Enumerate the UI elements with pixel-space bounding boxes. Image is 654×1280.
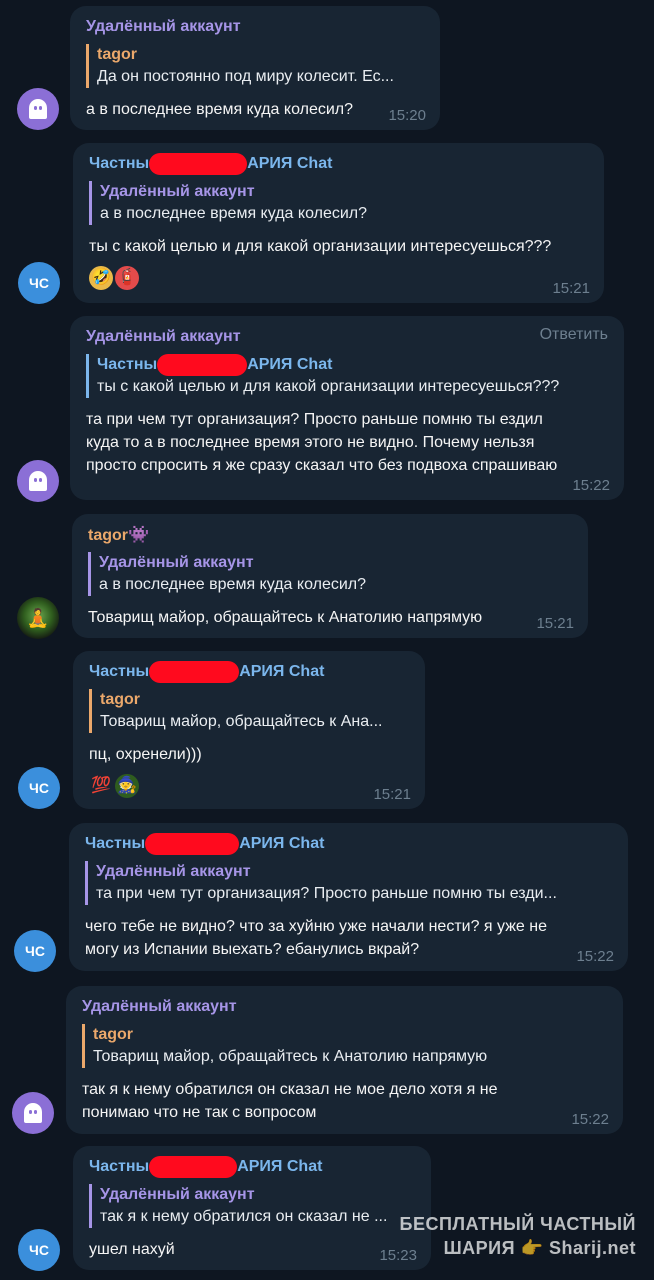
- message-text: пц, охренели))): [89, 746, 202, 763]
- message-text: Товарищ майор, обращайтесь к Анатолию на…: [88, 609, 483, 626]
- reply-quote[interactable]: Удалённый аккаунт а в последнее время ку…: [88, 552, 574, 596]
- message-bubble[interactable]: Удалённый аккаунт tagor Да он постоянно …: [70, 6, 440, 130]
- quote-sender: Удалённый аккаунт: [100, 183, 255, 200]
- quote-sender-part: Частны: [97, 356, 158, 373]
- message-bubble[interactable]: Частны АРИЯ Chat Удалённый аккаунт так я …: [73, 1146, 431, 1270]
- sender-name-text: tagor: [88, 527, 128, 544]
- message-bubble[interactable]: Удалённый аккаунт tagor Товарищ майор, о…: [66, 986, 623, 1134]
- message-text-line: чего тебе не видно? что за хуйню уже нач…: [85, 918, 547, 935]
- quote-sender: Удалённый аккаунт: [99, 554, 254, 571]
- message-time: 15:20: [388, 107, 426, 124]
- rofl-reaction-icon[interactable]: 🤣: [89, 266, 113, 290]
- quote-sender: Удалённый аккаунт: [100, 1186, 255, 1203]
- reply-quote[interactable]: Удалённый аккаунт так я к нему обратился…: [89, 1184, 417, 1228]
- message-text-line: куда то а в последнее время этого не вид…: [86, 434, 535, 451]
- quote-text: а в последнее время куда колесил?: [99, 576, 367, 593]
- message-bubble[interactable]: tagor👾 Удалённый аккаунт а в последнее в…: [72, 514, 588, 638]
- redaction-mark: [149, 661, 240, 683]
- ghost-icon: [24, 1103, 42, 1123]
- quote-text: Товарищ майор, обращайтесь к Ана...: [100, 713, 383, 730]
- reply-quote[interactable]: Удалённый аккаунт а в последнее время ку…: [89, 181, 590, 225]
- alien-icon: 👾: [128, 525, 150, 544]
- sender-name-part: АРИЯ Chat: [239, 663, 325, 680]
- quote-sender-part: АРИЯ Chat: [247, 356, 333, 373]
- quote-text: ты с какой целью и для какой организации…: [97, 378, 560, 395]
- message-text: а в последнее время куда колесил?: [86, 101, 354, 118]
- message-text: ты с какой целью и для какой организации…: [89, 238, 552, 255]
- sender-name-part: АРИЯ Chat: [247, 155, 333, 172]
- sender-name[interactable]: Удалённый аккаунт: [86, 326, 610, 348]
- quote-sender: Частны АРИЯ Chat: [97, 354, 610, 376]
- hundred-reaction-icon[interactable]: 💯: [89, 774, 113, 798]
- message-time: 15:22: [572, 477, 610, 494]
- quote-text: так я к нему обратился он сказал не ...: [100, 1208, 388, 1225]
- redaction-mark: [149, 1156, 238, 1178]
- watermark-line: ШАРИЯ 👉 Sharij.net: [443, 1238, 636, 1258]
- message-text: ушел нахуй: [89, 1241, 175, 1258]
- message-text-line: понимаю что не так с вопросом: [82, 1104, 317, 1121]
- figure-reaction-icon[interactable]: 🧙: [115, 774, 139, 798]
- reply-quote[interactable]: Удалённый аккаунт та при чем тут организ…: [85, 861, 614, 905]
- sender-name[interactable]: Удалённый аккаунт: [86, 16, 426, 38]
- sender-name[interactable]: Частны АРИЯ Chat: [89, 661, 411, 683]
- message-text-line: просто спросить я же сразу сказал что бе…: [86, 457, 558, 474]
- reply-quote[interactable]: tagor Да он постоянно под миру колесит. …: [86, 44, 426, 88]
- redaction-mark: [145, 833, 240, 855]
- sender-name-part: АРИЯ Chat: [239, 835, 325, 852]
- sender-name[interactable]: tagor👾: [88, 524, 574, 546]
- message-time: 15:21: [552, 280, 590, 297]
- watermark: БЕСПЛАТНЫЙ ЧАСТНЫЙ ШАРИЯ 👉 Sharij.net: [400, 1212, 636, 1260]
- reactions[interactable]: 💯 🧙: [89, 772, 411, 798]
- message-time: 15:22: [571, 1111, 609, 1128]
- figure-icon: 🧘: [26, 607, 50, 628]
- message-bubble[interactable]: Удалённый аккаунт Ответить Частны АРИЯ Ch…: [70, 316, 624, 500]
- chat-avatar[interactable]: ЧС: [18, 1229, 60, 1271]
- quote-sender: Удалённый аккаунт: [96, 863, 251, 880]
- chat-avatar[interactable]: ЧС: [14, 930, 56, 972]
- message-time: 15:21: [536, 615, 574, 632]
- message-text-line: так я к нему обратился он сказал не мое …: [82, 1081, 498, 1098]
- tagor-avatar[interactable]: 🧘: [17, 597, 59, 639]
- sender-name[interactable]: Частны АРИЯ Chat: [85, 833, 614, 855]
- message-text-line: та при чем тут организация? Просто раньш…: [86, 411, 543, 428]
- reactions[interactable]: 🤣 🧯: [89, 264, 590, 290]
- sender-name[interactable]: Частны АРИЯ Chat: [89, 1156, 417, 1178]
- sender-name-part: Частны: [89, 663, 150, 680]
- chat-avatar[interactable]: ЧС: [18, 767, 60, 809]
- redaction-mark: [149, 153, 248, 175]
- quote-text: та при чем тут организация? Просто раньш…: [96, 885, 557, 902]
- message-time: 15:22: [576, 948, 614, 965]
- message-bubble[interactable]: Частны АРИЯ Chat tagor Товарищ майор, обр…: [73, 651, 425, 809]
- sender-name-part: Частны: [85, 835, 146, 852]
- reply-quote[interactable]: tagor Товарищ майор, обращайтесь к Анато…: [82, 1024, 609, 1068]
- reply-button[interactable]: Ответить: [540, 326, 608, 344]
- quote-sender: tagor: [97, 46, 137, 63]
- quote-sender: tagor: [100, 691, 140, 708]
- quote-sender: tagor: [93, 1026, 133, 1043]
- sender-name-part: Частны: [89, 155, 150, 172]
- reply-quote[interactable]: tagor Товарищ майор, обращайтесь к Ана..…: [89, 689, 411, 733]
- message-bubble[interactable]: Частны АРИЯ Chat Удалённый аккаунт а в по…: [73, 143, 604, 303]
- message-time: 15:21: [373, 786, 411, 803]
- quote-text: Да он постоянно под миру колесит. Ес...: [97, 68, 394, 85]
- sender-name[interactable]: Частны АРИЯ Chat: [89, 153, 590, 175]
- extinguisher-reaction-icon[interactable]: 🧯: [115, 266, 139, 290]
- chat-avatar[interactable]: ЧС: [18, 262, 60, 304]
- ghost-icon: [29, 99, 47, 119]
- watermark-line: БЕСПЛАТНЫЙ ЧАСТНЫЙ: [399, 1214, 636, 1234]
- redaction-mark: [157, 354, 248, 376]
- message-text-line: могу из Испании выехать? ебанулись вкрай…: [85, 941, 420, 958]
- deleted-account-avatar[interactable]: [17, 460, 59, 502]
- sender-name-part: Частны: [89, 1158, 150, 1175]
- sender-name-part: АРИЯ Chat: [237, 1158, 323, 1175]
- deleted-account-avatar[interactable]: [17, 88, 59, 130]
- sender-name[interactable]: Удалённый аккаунт: [82, 996, 609, 1018]
- message-bubble[interactable]: Частны АРИЯ Chat Удалённый аккаунт та при…: [69, 823, 628, 971]
- ghost-icon: [29, 471, 47, 491]
- deleted-account-avatar[interactable]: [12, 1092, 54, 1134]
- quote-text: Товарищ майор, обращайтесь к Анатолию на…: [93, 1048, 488, 1065]
- quote-text: а в последнее время куда колесил?: [100, 205, 368, 222]
- reply-quote[interactable]: Частны АРИЯ Chat ты с какой целью и для к…: [86, 354, 610, 398]
